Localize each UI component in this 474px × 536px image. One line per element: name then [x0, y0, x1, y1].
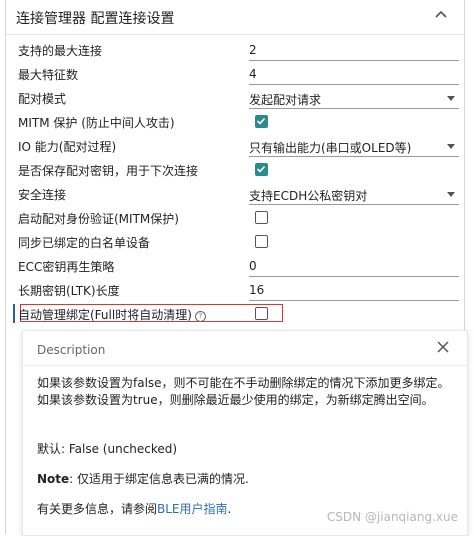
help-icon[interactable]: ?: [194, 311, 206, 322]
max-characteristics-input[interactable]: 4: [249, 65, 459, 85]
row-mitm-protection: MITM 保护 (防止中间人攻击): [6, 110, 464, 134]
description-title: Description: [37, 343, 106, 357]
row-label: MITM 保护 (防止中间人攻击): [18, 116, 175, 130]
row-label: 最大特征数: [18, 68, 79, 82]
row-sync-whitelist: 同步已绑定的白名单设备: [6, 230, 464, 254]
row-label: 长期密钥(LTK)长度: [18, 284, 120, 298]
row-secure-connection: 安全连接 支持ECDH公私密钥对: [6, 182, 464, 206]
chevron-up-icon[interactable]: [432, 6, 450, 24]
row-label: 配对模式: [18, 92, 67, 106]
panel-header[interactable]: 连接管理器 配置连接设置: [6, 0, 464, 35]
description-text: 如果该参数设置为false，则不可能在不手动删除绑定的情况下添加更多绑定。如果该…: [37, 376, 450, 407]
note-label: Note: [37, 472, 70, 486]
row-max-characteristics: 最大特征数 4: [6, 62, 464, 86]
close-icon[interactable]: [435, 339, 451, 355]
save-pairing-key-checkbox[interactable]: [255, 163, 268, 176]
pairing-mode-select[interactable]: 发起配对请求: [249, 89, 459, 109]
row-ecc-regen-policy: ECC密钥再生策略 0: [6, 254, 464, 278]
row-label: 同步已绑定的白名单设备: [18, 236, 151, 250]
mitm-protection-checkbox[interactable]: [255, 115, 268, 128]
row-pairing-mode: 配对模式 发起配对请求: [6, 86, 464, 110]
row-label: 支持的最大连接: [18, 44, 103, 58]
field-value: 只有输出能力(串口或OLED等): [249, 141, 412, 155]
dropdown-caret-icon: [447, 192, 455, 197]
row-label: 安全连接: [18, 188, 67, 202]
pairing-authentication-checkbox[interactable]: [255, 211, 268, 224]
row-label: ECC密钥再生策略: [18, 260, 115, 274]
default-value-text: 默认: False (unchecked): [37, 442, 178, 456]
io-capability-select[interactable]: 只有输出能力(串口或OLED等): [249, 137, 459, 157]
checkmark-icon: [256, 117, 266, 125]
note-body: : 仅适用于绑定信息表已满的情况.: [69, 472, 249, 486]
dropdown-caret-icon: [447, 144, 455, 149]
row-max-connections: 支持的最大连接 2: [6, 38, 464, 62]
row-io-capability: IO 能力(配对过程) 只有输出能力(串口或OLED等): [6, 134, 464, 158]
auto-manage-bonding-label: 自动管理绑定(Full时将自动清理): [18, 308, 192, 322]
ltk-length-input[interactable]: 16: [249, 281, 459, 301]
row-label: 自动管理绑定(Full时将自动清理)?: [18, 306, 206, 323]
sync-whitelist-checkbox[interactable]: [255, 235, 268, 248]
description-divider: [23, 365, 467, 366]
max-connections-input[interactable]: 2: [249, 41, 459, 61]
more-info-suffix: .: [227, 502, 232, 516]
panel-title: 连接管理器 配置连接设置: [16, 11, 175, 27]
field-value: 0: [249, 259, 257, 273]
field-value: 发起配对请求: [249, 93, 322, 107]
row-pairing-authentication: 启动配对身份验证(MITM保护): [6, 206, 464, 230]
field-value: 4: [249, 67, 257, 81]
note-text: Note: 仅适用于绑定信息表已满的情况.: [37, 471, 453, 488]
watermark: CSDN @jianqiang.xue: [326, 510, 458, 524]
description-popup: Description 如果该参数设置为false，则不可能在不手动删除绑定的情…: [22, 330, 468, 536]
row-auto-manage-bonding: 自动管理绑定(Full时将自动清理)?: [6, 302, 464, 326]
row-ltk-length: 长期密钥(LTK)长度 16: [6, 278, 464, 302]
ecc-regen-policy-input[interactable]: 0: [249, 257, 459, 277]
field-value: 16: [249, 283, 265, 297]
more-info-prefix: 有关更多信息，请参阅: [37, 502, 158, 516]
checkmark-icon: [256, 165, 266, 173]
dropdown-caret-icon: [447, 96, 455, 101]
row-label: 是否保存配对密钥，用于下次连接: [18, 164, 199, 178]
settings-panel: 连接管理器 配置连接设置 支持的最大连接 2 最大特征数 4 配对模式 发起配对…: [5, 0, 468, 536]
row-label: 启动配对身份验证(MITM保护): [18, 212, 179, 226]
row-label: IO 能力(配对过程): [18, 140, 117, 154]
secure-connection-select[interactable]: 支持ECDH公私密钥对: [249, 185, 459, 205]
field-value: 支持ECDH公私密钥对: [249, 189, 368, 203]
field-value: 2: [249, 43, 257, 57]
row-save-pairing-key: 是否保存配对密钥，用于下次连接: [6, 158, 464, 182]
auto-manage-bonding-checkbox[interactable]: [255, 307, 268, 320]
ble-user-guide-link[interactable]: BLE用户指南: [157, 502, 228, 516]
